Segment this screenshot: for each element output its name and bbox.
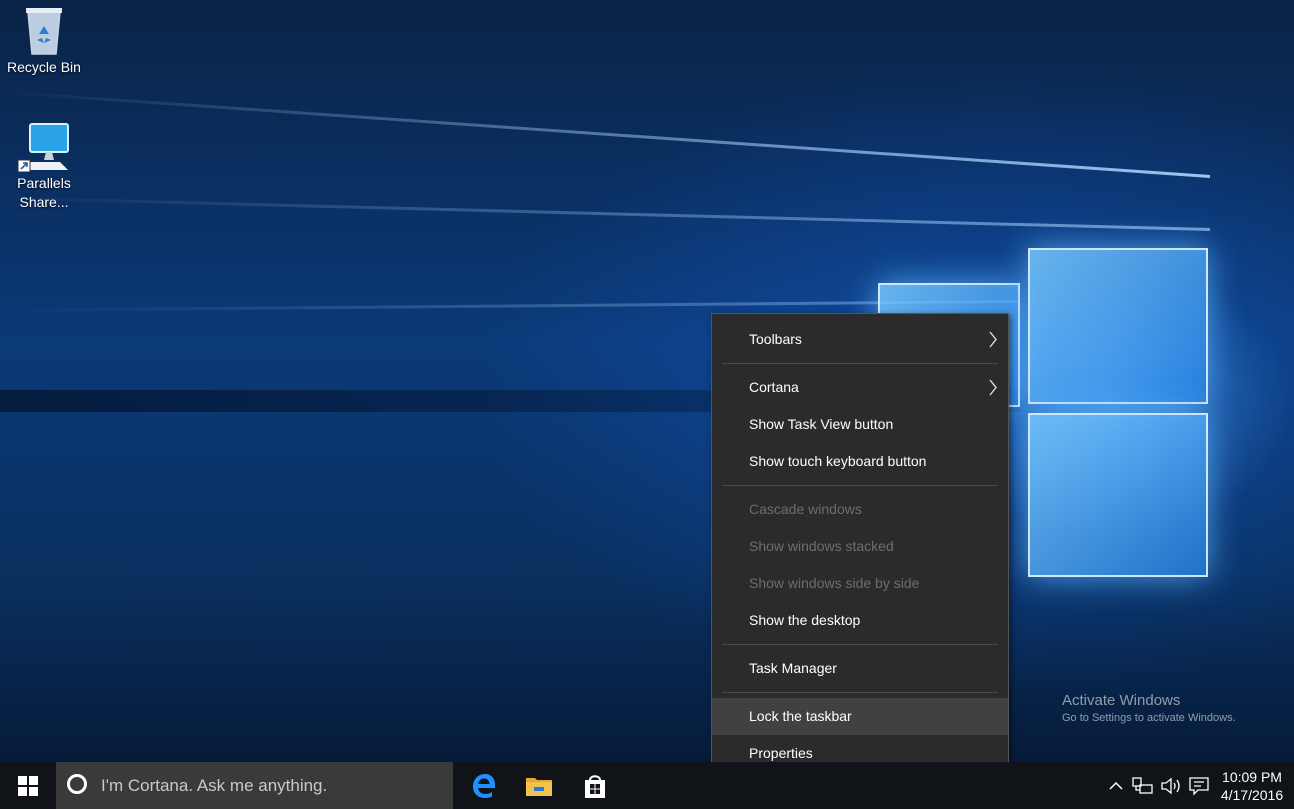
menu-item-task-manager[interactable]: Task Manager [712, 650, 1008, 687]
desktop-icon-parallels-share[interactable]: Parallels Share... [1, 120, 87, 212]
menu-item-label: Task Manager [749, 660, 837, 676]
menu-item-cascade-windows: Cascade windows [712, 491, 1008, 528]
menu-item-label: Cortana [749, 379, 799, 395]
menu-separator [722, 485, 998, 486]
volume-icon [1161, 777, 1180, 794]
taskbar[interactable]: I'm Cortana. Ask me anything. 10:09 PM 4… [0, 762, 1294, 809]
light-beam [0, 300, 1021, 312]
tray-action-center[interactable] [1186, 762, 1212, 809]
menu-item-label: Show Task View button [749, 416, 894, 432]
menu-separator [722, 692, 998, 693]
edge-icon [473, 773, 495, 798]
clock-date: 4/17/2016 [1220, 787, 1284, 803]
menu-item-label: Lock the taskbar [749, 708, 852, 724]
menu-item-label: Show the desktop [749, 612, 861, 628]
menu-item-show-windows-side-by-side: Show windows side by side [712, 565, 1008, 602]
menu-item-show-touch-keyboard-button[interactable]: Show touch keyboard button [712, 443, 1008, 480]
desktop-icon-label: Parallels Share... [17, 175, 71, 210]
light-beam [0, 196, 1211, 231]
search-placeholder: I'm Cortana. Ask me anything. [101, 776, 328, 795]
tray-network[interactable] [1130, 762, 1156, 809]
desktop-icon-recycle-bin[interactable]: Recycle Bin [1, 4, 87, 77]
windows-logo-pane [1028, 248, 1208, 404]
windows-logo-pane [1028, 413, 1208, 577]
taskbar-clock[interactable]: 10:09 PM 4/17/2016 [1210, 768, 1294, 804]
desktop-icon-label: Recycle Bin [7, 59, 81, 75]
menu-separator [722, 644, 998, 645]
menu-item-label: Properties [749, 745, 813, 761]
start-button[interactable] [0, 762, 56, 809]
tray-show-hidden-icons[interactable] [1104, 762, 1128, 809]
menu-separator [722, 363, 998, 364]
store-icon [585, 774, 605, 798]
menu-item-label: Toolbars [749, 331, 802, 347]
watermark-title: Activate Windows [1062, 692, 1181, 709]
windows-logo-icon [18, 775, 38, 796]
taskbar-app-edge[interactable] [455, 762, 511, 809]
menu-item-lock-the-taskbar[interactable]: Lock the taskbar [712, 698, 1008, 735]
taskbar-context-menu: Toolbars Cortana Show Task View button S… [711, 313, 1009, 780]
network-icon [1132, 776, 1153, 794]
action-center-icon [1189, 776, 1209, 796]
menu-item-label: Show windows stacked [749, 538, 894, 554]
chevron-right-icon [989, 331, 997, 348]
menu-item-label: Show windows side by side [749, 575, 920, 591]
taskbar-app-file-explorer[interactable] [511, 762, 567, 809]
watermark-subtitle: Go to Settings to activate Windows. [1062, 712, 1236, 724]
chevron-right-icon [989, 379, 997, 396]
cortana-search-box[interactable]: I'm Cortana. Ask me anything. [56, 762, 453, 809]
menu-item-label: Cascade windows [749, 501, 862, 517]
menu-item-show-windows-stacked: Show windows stacked [712, 528, 1008, 565]
light-beam [2, 90, 1211, 178]
clock-time: 10:09 PM [1222, 769, 1282, 785]
cortana-icon [67, 774, 87, 794]
recycle-bin-icon [26, 8, 62, 55]
menu-item-toolbars[interactable]: Toolbars [712, 321, 1008, 358]
tray-volume[interactable] [1158, 762, 1184, 809]
show-hidden-icons-chevron-icon [1109, 781, 1123, 790]
menu-item-label: Show touch keyboard button [749, 453, 927, 469]
file-explorer-icon [526, 777, 552, 796]
menu-item-show-task-view-button[interactable]: Show Task View button [712, 406, 1008, 443]
desktop-background[interactable]: Recycle Bin Parallels Share... Activate … [0, 0, 1294, 762]
taskbar-app-store[interactable] [567, 762, 623, 809]
activate-windows-watermark: Activate Windows Go to Settings to activ… [1062, 692, 1236, 724]
menu-item-cortana[interactable]: Cortana [712, 369, 1008, 406]
menu-item-show-the-desktop[interactable]: Show the desktop [712, 602, 1008, 639]
parallels-shared-computer-icon [17, 123, 69, 172]
